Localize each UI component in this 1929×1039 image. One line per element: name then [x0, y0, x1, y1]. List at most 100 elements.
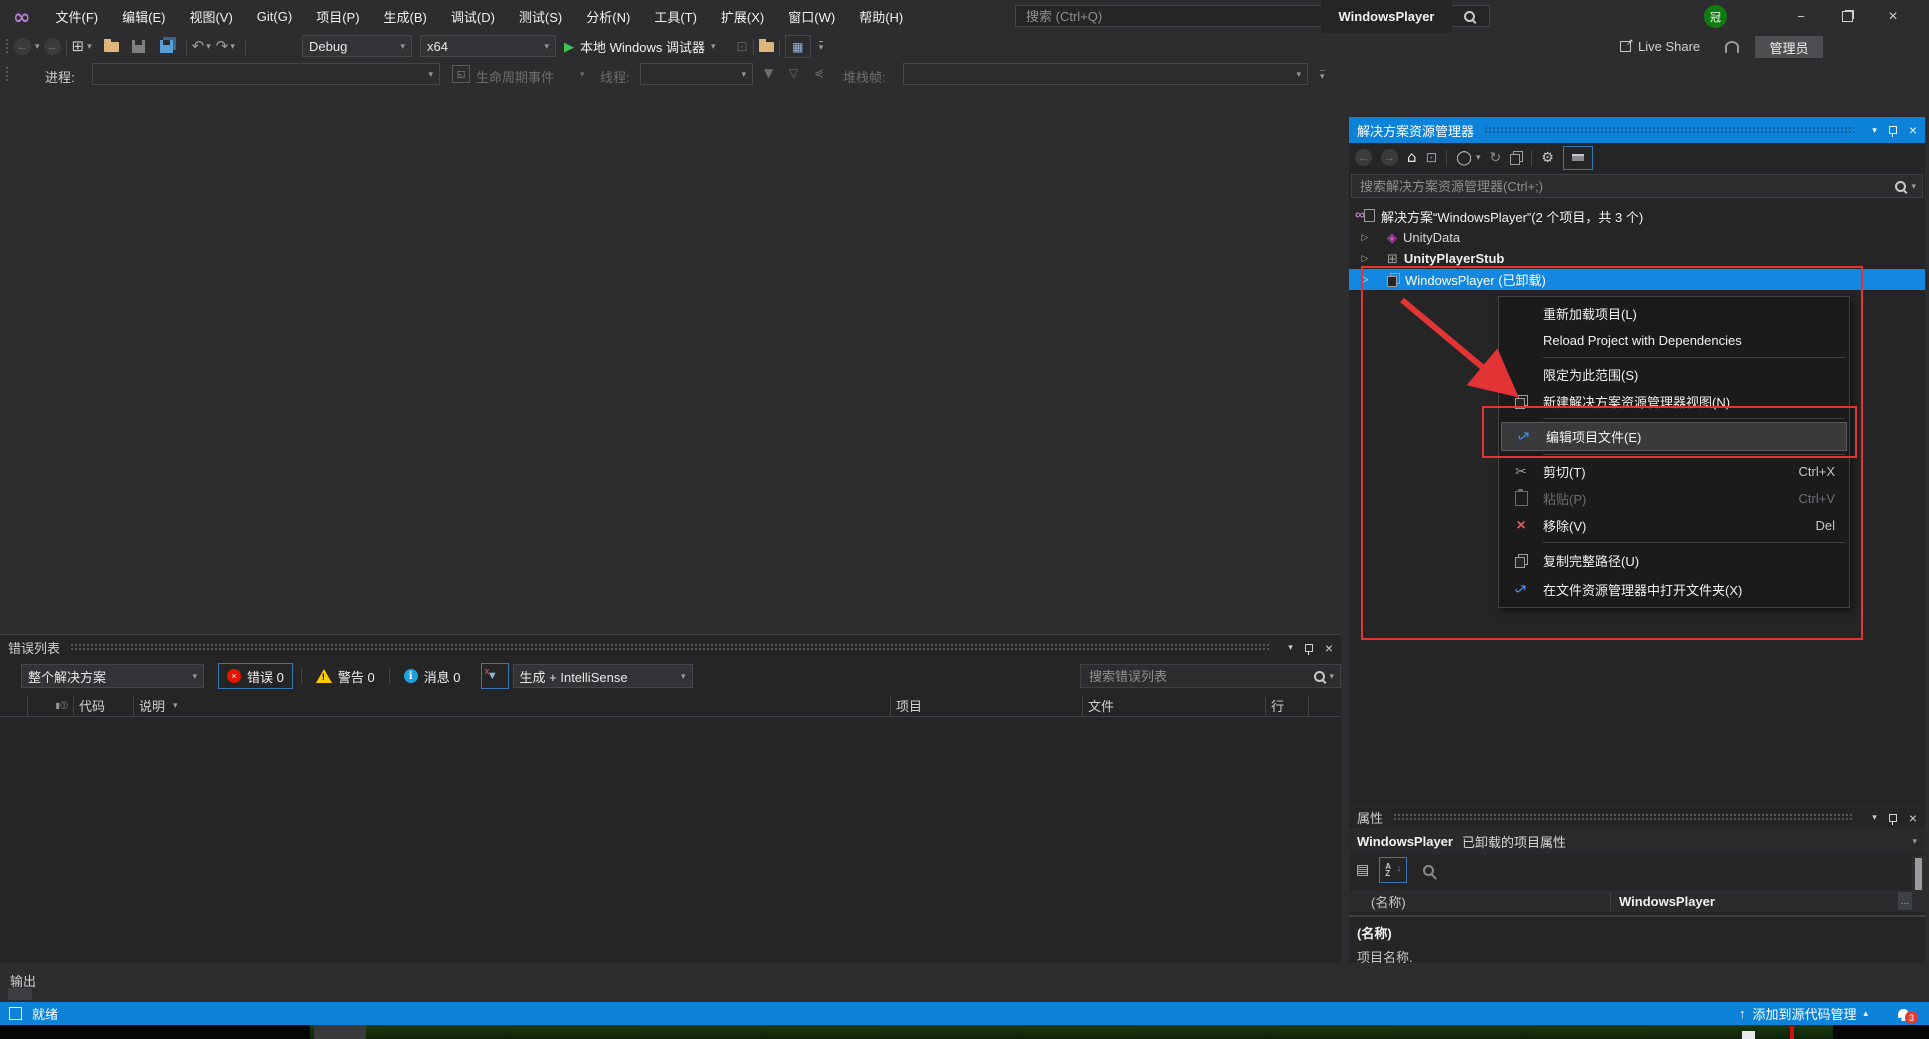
menu-git[interactable]: Git(G)	[246, 9, 303, 24]
toolbar-overflow-button[interactable]: ▾	[818, 41, 824, 52]
scrollbar-thumb[interactable]	[1915, 858, 1922, 890]
close-icon[interactable]: ×	[1909, 811, 1917, 825]
filter-threads-icon[interactable]: ▼	[764, 67, 773, 79]
menu-debug[interactable]: 调试(D)	[440, 7, 506, 26]
solution-search-input[interactable]	[1358, 177, 1896, 195]
new-project-button[interactable]: ⊞	[72, 39, 85, 54]
platform-combo[interactable]: x64 ▾	[420, 35, 556, 57]
window-position-caret-icon[interactable]: ▾	[1872, 813, 1877, 822]
categorized-icon[interactable]: ▤	[1356, 863, 1369, 877]
menu-window[interactable]: 窗口(W)	[777, 7, 846, 26]
header-suppression[interactable]	[1309, 695, 1341, 716]
suspend-threads-icon[interactable]: ⋞	[814, 67, 824, 79]
attach-process-icon[interactable]: ⊡	[736, 40, 748, 54]
header-severity[interactable]: ▮⓵	[28, 695, 74, 716]
debug-toolbar-overflow-button[interactable]: ▾	[1320, 70, 1325, 81]
filter-flagged-icon[interactable]: ▽	[789, 67, 798, 79]
menu-help[interactable]: 帮助(H)	[848, 7, 914, 26]
property-pages-key-icon[interactable]	[1420, 862, 1437, 878]
header-file[interactable]: 文件	[1083, 695, 1266, 716]
pin-icon[interactable]	[1888, 813, 1897, 825]
menu-file[interactable]: 文件(F)	[45, 7, 110, 26]
properties-wrench-icon[interactable]: ⚙	[1541, 151, 1554, 165]
solution-search-box[interactable]: ▾	[1351, 174, 1923, 198]
add-to-source-control-button[interactable]: ↑ 添加到源代码管理 ▴	[1739, 1004, 1868, 1023]
home-icon[interactable]: ⌂	[1407, 150, 1417, 165]
undo-button[interactable]: ↶	[192, 39, 205, 54]
toolbar-grip[interactable]	[5, 38, 9, 55]
alphabetical-sort-button[interactable]: ↓	[1379, 857, 1408, 883]
switch-views-icon[interactable]: ⊡	[1426, 151, 1438, 165]
se-back-button[interactable]: ←	[1355, 149, 1372, 166]
object-selector-combo[interactable]: WindowsPlayer 已卸载的项目属性 ▾	[1349, 828, 1925, 854]
navigate-forward-button[interactable]: →	[43, 38, 61, 55]
configuration-combo[interactable]: Debug ▾	[302, 35, 412, 57]
navigate-back-button[interactable]: ←	[14, 38, 31, 55]
navigate-back-caret-icon[interactable]: ▾	[35, 42, 40, 51]
process-combo[interactable]: ▾	[92, 63, 440, 85]
close-button[interactable]: ×	[1870, 0, 1916, 33]
tree-item-unitydata[interactable]: ▷ ◈ UnityData	[1349, 227, 1925, 248]
error-search-input[interactable]	[1087, 667, 1315, 685]
lifecycle-events-label[interactable]: 生命周期事件	[476, 67, 554, 86]
menu-build[interactable]: 生成(B)	[373, 7, 438, 26]
menu-edit[interactable]: 编辑(E)	[111, 7, 176, 26]
se-forward-button[interactable]: →	[1381, 149, 1398, 166]
feedback-icon[interactable]	[1725, 41, 1739, 53]
header-description[interactable]: 说明 ▾	[134, 695, 891, 716]
open-file-button[interactable]	[103, 38, 119, 52]
error-list-body[interactable]	[0, 717, 1341, 963]
browse-folder-button[interactable]	[758, 38, 774, 52]
error-scope-combo[interactable]: 整个解决方案 ▾	[21, 664, 204, 688]
lifecycle-caret-icon[interactable]: ▾	[580, 70, 585, 79]
start-debugging-button[interactable]: ▶ 本地 Windows 调试器 ▾	[564, 35, 716, 58]
properties-title-bar[interactable]: 属性 ▾ ×	[1349, 807, 1925, 828]
property-row-name[interactable]: (名称) WindowsPlayer …	[1349, 890, 1912, 912]
menu-tools[interactable]: 工具(T)	[643, 7, 708, 26]
sync-selection-icon[interactable]: ↻	[1489, 151, 1501, 165]
new-project-caret-icon[interactable]: ▾	[87, 42, 92, 51]
collapse-all-icon[interactable]	[1510, 151, 1524, 165]
toolbar-grip[interactable]	[5, 66, 9, 83]
save-all-button[interactable]	[159, 40, 173, 53]
warnings-filter-button[interactable]: ! 警告 0	[310, 664, 381, 688]
close-icon[interactable]: ×	[1909, 123, 1917, 137]
header-line[interactable]: 行	[1266, 695, 1309, 716]
errors-filter-button[interactable]: × 错误 0	[218, 663, 293, 689]
window-position-caret-icon[interactable]: ▾	[1872, 125, 1877, 135]
search-caret-icon[interactable]: ▾	[1329, 671, 1334, 681]
tree-item-solution[interactable]: ∞ 解决方案“WindowsPlayer”(2 个项目，共 3 个)	[1349, 206, 1925, 227]
pin-icon[interactable]	[1888, 126, 1897, 137]
solution-explorer-title-bar[interactable]: 解决方案资源管理器 ▾ ×	[1349, 117, 1925, 143]
messages-filter-button[interactable]: i 消息 0	[398, 664, 467, 688]
live-share-button[interactable]: ↗ Live Share	[1620, 35, 1700, 58]
start-debugging-caret-icon[interactable]: ▾	[711, 42, 716, 51]
pending-changes-filter-icon[interactable]: ◯	[1456, 151, 1472, 165]
properties-scrollbar[interactable]	[1912, 856, 1925, 912]
expand-chevron-icon[interactable]: ▷	[1357, 232, 1373, 243]
expand-chevron-icon[interactable]: ▷	[1357, 253, 1373, 264]
property-value-cell[interactable]: WindowsPlayer	[1611, 894, 1715, 909]
pending-changes-caret-icon[interactable]: ▾	[1476, 153, 1481, 162]
stack-frame-combo[interactable]: ▾	[903, 63, 1308, 85]
avatar[interactable]: 冠	[1704, 5, 1727, 28]
redo-caret-icon[interactable]: ▾	[230, 42, 235, 51]
object-selector-caret-icon[interactable]: ▾	[1912, 836, 1917, 846]
menu-view[interactable]: 视图(V)	[178, 7, 243, 26]
intellisense-filter-icon-button[interactable]: ▼ x	[480, 663, 509, 689]
search-caret-icon[interactable]: ▾	[1911, 181, 1916, 191]
build-filter-combo[interactable]: 生成 + IntelliSense ▾	[512, 664, 693, 688]
menu-analyze[interactable]: 分析(N)	[575, 7, 641, 26]
show-all-files-button[interactable]	[1562, 145, 1593, 170]
save-button[interactable]	[131, 40, 145, 53]
header-project[interactable]: 项目	[891, 695, 1083, 716]
pin-icon[interactable]	[1304, 643, 1313, 655]
notifications-button[interactable]: 3	[1898, 1009, 1918, 1024]
header-code[interactable]: 代码	[74, 695, 134, 716]
window-position-caret-icon[interactable]: ▾	[1288, 643, 1293, 652]
error-list-title-bar[interactable]: 错误列表 ▾ ×	[0, 635, 1341, 660]
undo-caret-icon[interactable]: ▾	[206, 42, 211, 51]
minimize-button[interactable]: −	[1778, 0, 1824, 33]
output-scrollbar-stub[interactable]	[8, 988, 32, 1000]
redo-button[interactable]: ↷	[216, 39, 229, 54]
